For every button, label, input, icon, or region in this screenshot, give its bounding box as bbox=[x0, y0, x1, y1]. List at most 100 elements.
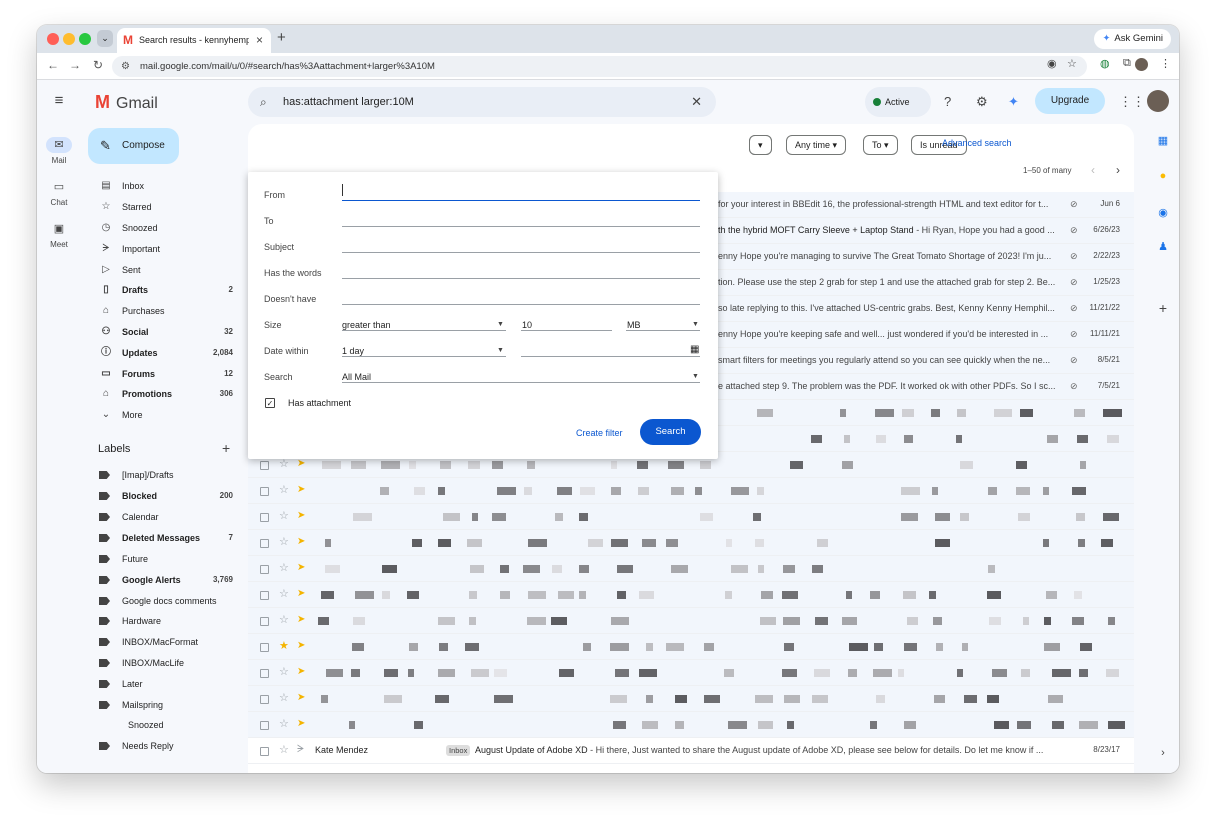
size-unit-select[interactable]: MB bbox=[627, 320, 641, 330]
bookmark-star-icon[interactable]: ☆ bbox=[1067, 57, 1077, 70]
help-icon[interactable]: ? bbox=[944, 94, 951, 109]
close-tab-icon[interactable]: × bbox=[256, 33, 263, 47]
ask-gemini-button[interactable]: ✦ Ask Gemini bbox=[1094, 29, 1171, 49]
has-attachment-checkbox[interactable]: ✓ bbox=[265, 398, 275, 408]
keep-icon[interactable]: ● bbox=[1156, 170, 1170, 182]
account-avatar[interactable] bbox=[1147, 90, 1169, 112]
nav-purchases[interactable]: ⌂ Purchases bbox=[81, 302, 237, 320]
minimize-window-button[interactable] bbox=[63, 33, 75, 45]
subject-input[interactable] bbox=[342, 252, 700, 253]
gemini-icon[interactable]: ✦ bbox=[1008, 94, 1019, 110]
star-icon[interactable]: ★ bbox=[279, 639, 289, 652]
table-row[interactable]: ☆ ➤ bbox=[248, 478, 1134, 504]
contacts-icon[interactable]: ♟ bbox=[1156, 240, 1170, 253]
table-row[interactable]: ☆ ➤ bbox=[248, 504, 1134, 530]
search-button[interactable]: Search bbox=[640, 419, 701, 445]
nav-promotions[interactable]: ⌂ Promotions 306 bbox=[81, 385, 237, 403]
row-checkbox[interactable] bbox=[260, 643, 269, 652]
star-icon[interactable]: ☆ bbox=[279, 535, 289, 548]
row-checkbox[interactable] bbox=[260, 487, 269, 496]
add-addon-icon[interactable]: + bbox=[1156, 300, 1170, 316]
prev-page-icon[interactable]: ‹ bbox=[1091, 163, 1095, 177]
important-icon[interactable]: ➤ bbox=[297, 666, 305, 677]
table-row[interactable]: ☆ ➤ bbox=[248, 712, 1134, 738]
close-window-button[interactable] bbox=[47, 33, 59, 45]
nav-drafts[interactable]: ▯ Drafts 2 bbox=[81, 281, 237, 299]
gmail-logo[interactable]: M Gmail bbox=[95, 92, 158, 113]
label-item[interactable]: INBOX/MacFormat bbox=[81, 633, 237, 651]
star-icon[interactable]: ☆ bbox=[279, 717, 289, 730]
nav-sent[interactable]: ▷ Sent bbox=[81, 261, 237, 279]
main-menu-icon[interactable]: ≡ bbox=[37, 92, 81, 109]
label-item[interactable]: [Imap]/Drafts bbox=[81, 466, 237, 484]
nav-starred[interactable]: ☆ Starred bbox=[81, 198, 237, 216]
label-item[interactable]: Hardware bbox=[81, 612, 237, 630]
important-icon[interactable]: ➤ bbox=[297, 484, 305, 495]
table-row[interactable]: ☆ ➤ bbox=[248, 582, 1134, 608]
eye-icon[interactable]: ◉ bbox=[1047, 57, 1057, 70]
star-icon[interactable]: ☆ bbox=[279, 509, 289, 522]
table-row[interactable]: ☆ ᗒ Kate Mendez Inbox August Update of A… bbox=[248, 738, 1134, 764]
row-checkbox[interactable] bbox=[260, 669, 269, 678]
tasks-icon[interactable]: ◉ bbox=[1156, 206, 1170, 219]
browser-menu-icon[interactable]: ⋮ bbox=[1160, 57, 1171, 70]
important-icon[interactable]: ➤ bbox=[297, 562, 305, 573]
profile-avatar[interactable] bbox=[1135, 58, 1148, 71]
label-item[interactable]: Mailspring bbox=[81, 696, 237, 714]
star-icon[interactable]: ☆ bbox=[279, 587, 289, 600]
important-icon[interactable]: ➤ bbox=[297, 718, 305, 729]
size-value-input[interactable]: 10 bbox=[522, 320, 532, 330]
important-icon[interactable]: ➤ bbox=[297, 458, 305, 469]
date-within-select[interactable]: 1 day bbox=[342, 346, 364, 356]
nav-updates[interactable]: ⓘ Updates 2,084 bbox=[81, 344, 237, 362]
star-icon[interactable]: ☆ bbox=[279, 691, 289, 704]
tab-search-button[interactable]: ⌄ bbox=[97, 30, 113, 47]
label-item[interactable]: Google Alerts 3,769 bbox=[81, 571, 237, 589]
star-icon[interactable]: ☆ bbox=[279, 483, 289, 496]
label-item[interactable]: Future bbox=[81, 550, 237, 568]
next-page-icon[interactable]: › bbox=[1116, 163, 1120, 177]
from-input[interactable] bbox=[342, 200, 700, 201]
table-row[interactable]: ☆ ➤ bbox=[248, 530, 1134, 556]
expand-panel-icon[interactable]: › bbox=[1156, 747, 1170, 759]
row-checkbox[interactable] bbox=[260, 565, 269, 574]
zoom-window-button[interactable] bbox=[79, 33, 91, 45]
upgrade-button[interactable]: Upgrade bbox=[1035, 88, 1105, 114]
to-input[interactable] bbox=[342, 226, 700, 227]
table-row[interactable]: ★ ➤ bbox=[248, 634, 1134, 660]
nav-important[interactable]: ᗒ Important bbox=[81, 240, 237, 258]
star-icon[interactable]: ☆ bbox=[279, 613, 289, 626]
star-icon[interactable]: ☆ bbox=[279, 561, 289, 574]
new-tab-button[interactable]: + bbox=[277, 29, 286, 46]
filter-chip-any-time[interactable]: Any time ▾ bbox=[786, 135, 847, 155]
extensions-puzzle-icon[interactable]: ⧉ bbox=[1123, 57, 1131, 70]
label-item[interactable]: Snoozed bbox=[81, 716, 237, 734]
calendar-icon[interactable]: ▦ bbox=[1156, 134, 1170, 147]
extension-icon[interactable]: ◍ bbox=[1100, 57, 1110, 70]
important-icon[interactable]: ➤ bbox=[297, 510, 305, 521]
star-icon[interactable]: ☆ bbox=[279, 665, 289, 678]
row-checkbox[interactable] bbox=[260, 695, 269, 704]
label-item[interactable]: INBOX/MacLife bbox=[81, 654, 237, 672]
doesnt-have-input[interactable] bbox=[342, 304, 700, 305]
rail-chat[interactable]: ▭ Chat bbox=[37, 179, 81, 207]
browser-tab[interactable]: M Search results - kennyhemph × bbox=[117, 28, 271, 53]
star-icon[interactable]: ☆ bbox=[279, 743, 289, 756]
size-operator-select[interactable]: greater than bbox=[342, 320, 391, 330]
table-row[interactable]: ☆ ➤ bbox=[248, 660, 1134, 686]
search-icon[interactable]: ⌕ bbox=[260, 87, 267, 117]
clear-search-icon[interactable]: ✕ bbox=[691, 87, 702, 117]
row-checkbox[interactable] bbox=[260, 461, 269, 470]
row-checkbox[interactable] bbox=[260, 721, 269, 730]
calendar-icon[interactable]: ▦ bbox=[690, 344, 699, 355]
search-bar[interactable]: ⌕ has:attachment larger:10M ✕ bbox=[248, 87, 716, 117]
important-icon[interactable]: ➤ bbox=[297, 536, 305, 547]
label-item[interactable]: Google docs comments bbox=[81, 592, 237, 610]
nav-snoozed[interactable]: ◷ Snoozed bbox=[81, 219, 237, 237]
apps-grid-icon[interactable]: ⋮⋮ bbox=[1119, 94, 1145, 110]
has-words-input[interactable] bbox=[342, 278, 700, 279]
nav-more[interactable]: ⌄ More bbox=[81, 406, 237, 424]
search-in-select[interactable]: All Mail bbox=[342, 372, 371, 382]
nav-social[interactable]: ⚇ Social 32 bbox=[81, 323, 237, 341]
row-checkbox[interactable] bbox=[260, 617, 269, 626]
